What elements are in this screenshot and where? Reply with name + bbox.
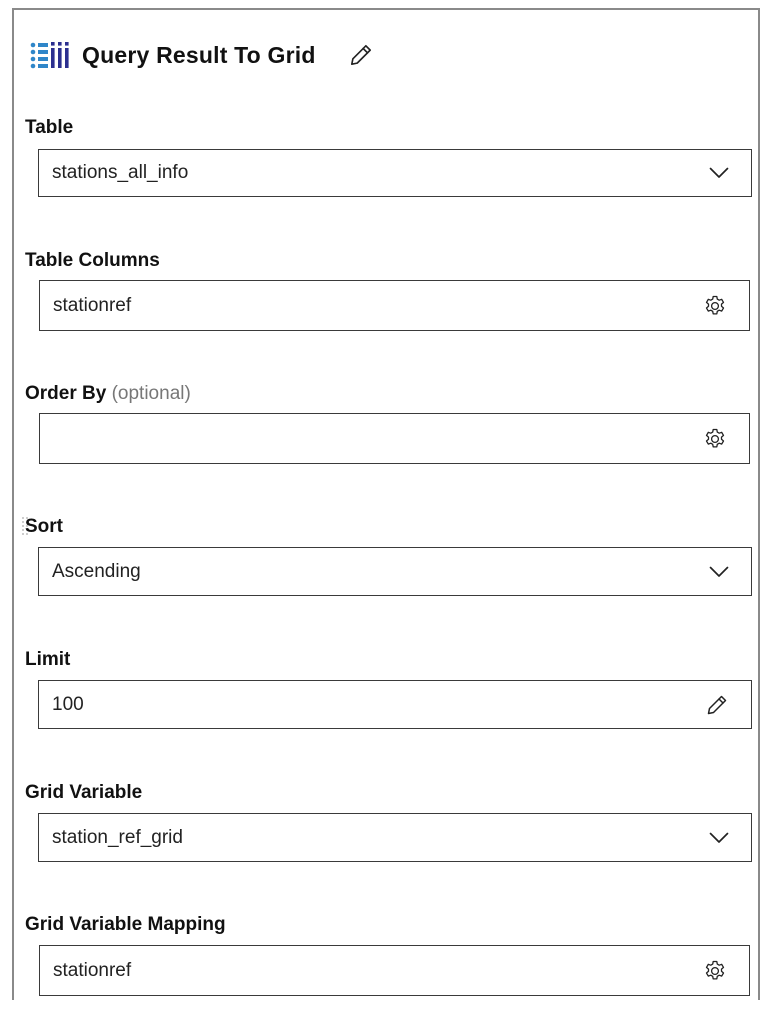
limit-label: Limit — [25, 649, 71, 670]
order-by-field[interactable] — [39, 413, 750, 464]
gear-icon[interactable] — [703, 959, 727, 983]
grid-variable-value: station_ref_grid — [52, 826, 183, 848]
chevron-down-icon — [709, 167, 729, 178]
sort-dropdown[interactable]: Ascending — [38, 547, 752, 596]
grid-variable-label: Grid Variable — [25, 782, 143, 803]
pencil-icon[interactable] — [705, 693, 729, 717]
chevron-down-icon — [709, 832, 729, 843]
grid-variable-mapping-label: Grid Variable Mapping — [25, 914, 226, 935]
grid-variable-dropdown[interactable]: station_ref_grid — [38, 813, 752, 862]
gear-icon[interactable] — [703, 427, 727, 451]
grid-variable-mapping-field[interactable]: stationref — [39, 945, 750, 996]
panel-header: Query Result To Grid — [30, 40, 374, 70]
limit-value: 100 — [52, 693, 84, 715]
grid-list-icon — [30, 42, 69, 69]
table-dropdown[interactable]: stations_all_info — [38, 149, 752, 197]
optional-note: (optional) — [111, 383, 191, 404]
sort-dropdown-value: Ascending — [52, 560, 141, 582]
table-columns-field[interactable]: stationref — [39, 280, 750, 331]
edit-title-pencil-icon[interactable] — [348, 42, 374, 68]
table-dropdown-value: stations_all_info — [52, 162, 189, 183]
sort-label: Sort — [25, 516, 63, 537]
chevron-down-icon — [709, 566, 729, 577]
order-by-label: Order By (optional) — [25, 383, 191, 404]
table-label: Table — [25, 117, 74, 138]
table-columns-value: stationref — [53, 294, 132, 316]
table-columns-label: Table Columns — [25, 250, 160, 271]
gear-icon[interactable] — [703, 294, 727, 318]
page-title: Query Result To Grid — [82, 41, 316, 68]
limit-field[interactable]: 100 — [38, 680, 752, 729]
grid-variable-mapping-value: stationref — [53, 959, 132, 981]
